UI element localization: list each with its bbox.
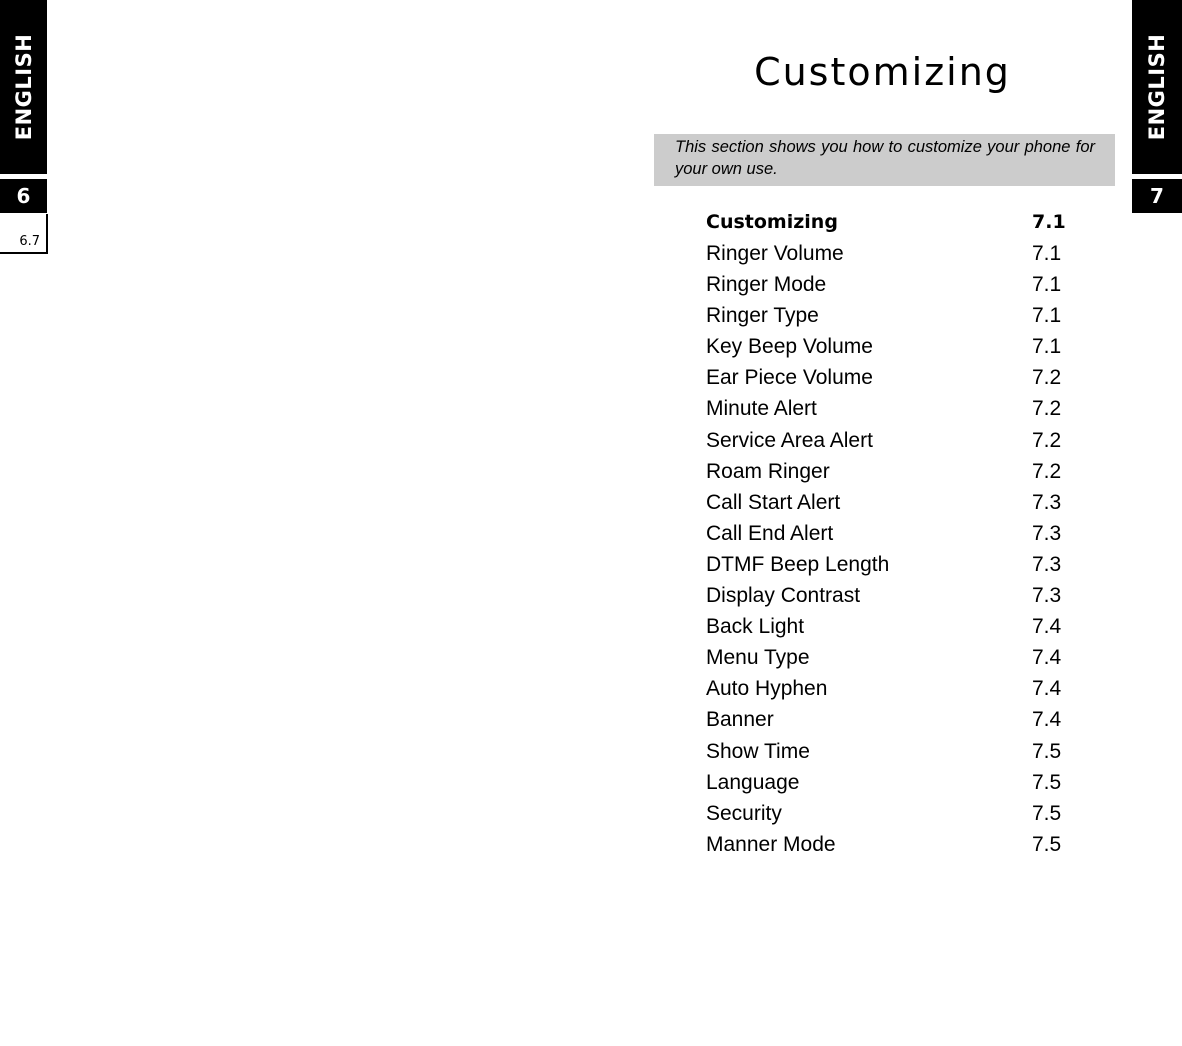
toc-entry-page: 7.4	[1032, 646, 1062, 670]
toc-entry[interactable]: Ringer Volume 7.1	[706, 238, 1066, 269]
language-side-tab-right: ENGLISH	[1132, 0, 1182, 174]
toc-entry-label: Ringer Mode	[706, 273, 827, 297]
toc-entry-label: Key Beep Volume	[706, 335, 873, 359]
toc-entry-page: 7.2	[1032, 459, 1062, 483]
page-number-box-left: 6.7	[0, 214, 48, 254]
toc-entry-page: 7.3	[1032, 490, 1062, 514]
toc-entry[interactable]: Ear Piece Volume 7.2	[706, 362, 1066, 393]
toc-entry[interactable]: Security 7.5	[706, 798, 1066, 829]
toc-entry-label: Manner Mode	[706, 832, 836, 856]
toc-entry-label: Roam Ringer	[706, 459, 830, 483]
chapter-intro-box: This section shows you how to customize …	[654, 134, 1115, 186]
toc-entry[interactable]: DTMF Beep Length 7.3	[706, 549, 1066, 580]
toc-entry-page: 7.4	[1032, 677, 1062, 701]
toc-entry[interactable]: Roam Ringer 7.2	[706, 456, 1066, 487]
toc-entry-page: 7.2	[1032, 366, 1062, 390]
toc-entry-page: 7.3	[1032, 584, 1062, 608]
toc-entry-label: Call End Alert	[706, 521, 834, 545]
toc-entry-label: Minute Alert	[706, 397, 817, 421]
toc-entry-label: Display Contrast	[706, 584, 861, 608]
table-of-contents: Customizing 7.1 Ringer Volume 7.1 Ringer M…	[706, 206, 1066, 860]
toc-entry-page: 7.4	[1032, 708, 1062, 732]
toc-entry-page: 7.3	[1032, 521, 1062, 545]
toc-entry-label: Service Area Alert	[706, 428, 873, 452]
language-tab-label-right: ENGLISH	[1145, 33, 1169, 141]
toc-entry-page: 7.1	[1032, 304, 1062, 328]
toc-entry-label: Security	[706, 801, 782, 825]
toc-entry-label: Language	[706, 770, 800, 794]
chapter-number-left: 6	[0, 179, 47, 213]
toc-entry[interactable]: Ringer Mode 7.1	[706, 269, 1066, 300]
toc-entry-label: DTMF Beep Length	[706, 552, 890, 576]
toc-entry[interactable]: Show Time 7.5	[706, 736, 1066, 767]
toc-entry-page: 7.5	[1032, 770, 1062, 794]
toc-heading-label: Customizing	[706, 211, 838, 233]
toc-entry-label: Ringer Volume	[706, 242, 844, 265]
toc-entry[interactable]: Display Contrast 7.3	[706, 580, 1066, 611]
language-tab-label-left: ENGLISH	[11, 33, 36, 141]
toc-entry-page: 7.1	[1032, 242, 1062, 265]
toc-entry[interactable]: Service Area Alert 7.2	[706, 425, 1066, 456]
toc-entry-page: 7.1	[1032, 273, 1062, 297]
toc-entry[interactable]: Language 7.5	[706, 767, 1066, 798]
toc-entry[interactable]: Menu Type 7.4	[706, 642, 1066, 673]
toc-entry[interactable]: Manner Mode 7.5	[706, 829, 1066, 860]
toc-entry-page: 7.2	[1032, 397, 1062, 421]
page-number-left: 6.7	[19, 234, 40, 249]
toc-entry-label: Auto Hyphen	[706, 677, 828, 701]
toc-entry[interactable]: Call Start Alert 7.3	[706, 487, 1066, 518]
toc-items: Ringer Volume 7.1 Ringer Mode 7.1 Ringer Typ…	[706, 238, 1066, 860]
toc-entry[interactable]: Key Beep Volume 7.1	[706, 331, 1066, 362]
toc-entry-page: 7.4	[1032, 615, 1062, 639]
toc-entry-page: 7.3	[1032, 552, 1062, 576]
toc-entry-label: Ringer Type	[706, 304, 819, 328]
toc-entry-page: 7.2	[1032, 428, 1062, 452]
toc-entry[interactable]: Banner 7.4	[706, 704, 1066, 735]
toc-entry-page: 7.5	[1032, 801, 1062, 825]
chapter-title: Customizing	[754, 50, 1011, 94]
toc-entry-page: 7.5	[1032, 832, 1062, 856]
chapter-number-right: 7	[1132, 179, 1182, 213]
toc-entry[interactable]: Back Light 7.4	[706, 611, 1066, 642]
toc-entry[interactable]: Minute Alert 7.2	[706, 393, 1066, 424]
toc-entry-label: Ear Piece Volume	[706, 366, 873, 390]
toc-entry-page: 7.1	[1032, 335, 1062, 359]
toc-entry[interactable]: Call End Alert 7.3	[706, 518, 1066, 549]
language-side-tab-left: ENGLISH	[0, 0, 47, 174]
toc-entry-label: Show Time	[706, 739, 810, 763]
toc-heading-row[interactable]: Customizing 7.1	[706, 206, 1066, 238]
toc-entry[interactable]: Ringer Type 7.1	[706, 300, 1066, 331]
toc-entry-page: 7.5	[1032, 739, 1062, 763]
toc-heading-page: 7.1	[1032, 211, 1066, 233]
toc-entry-label: Menu Type	[706, 646, 810, 670]
toc-entry-label: Banner	[706, 708, 774, 732]
toc-entry-label: Back Light	[706, 615, 805, 639]
toc-entry[interactable]: Auto Hyphen 7.4	[706, 673, 1066, 704]
toc-entry-label: Call Start Alert	[706, 490, 841, 514]
